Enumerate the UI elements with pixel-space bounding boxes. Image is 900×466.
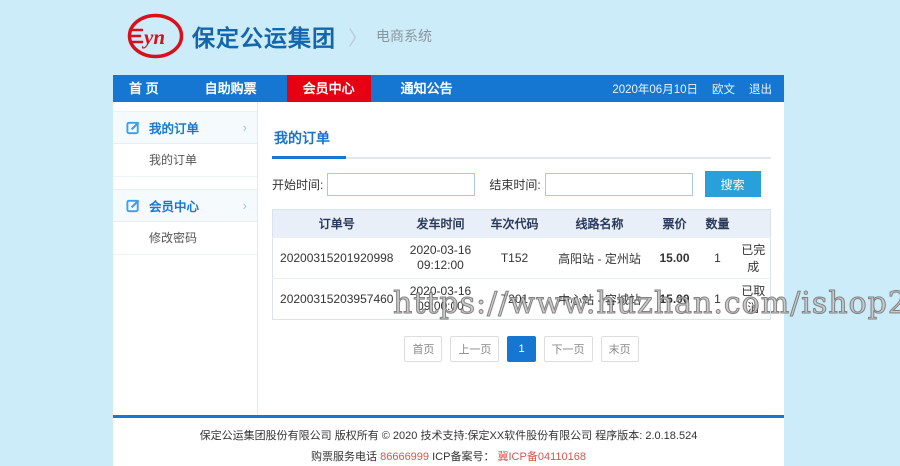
- sidebar-section-member-center[interactable]: 会员中心 ›: [113, 189, 257, 222]
- cell-qty: 1: [699, 279, 737, 320]
- footer-icp-number: 冀ICP备04110168: [498, 451, 586, 463]
- cell-qty: 1: [699, 238, 737, 279]
- nav-item-home[interactable]: 首 页: [113, 75, 175, 102]
- cell-route: 高阳站 - 定州站: [549, 238, 651, 279]
- col-header-order-no: 订单号: [273, 210, 401, 238]
- pagination-last-button[interactable]: 末页: [601, 336, 639, 362]
- cell-depart-time: 2020-03-16 09:00:00: [401, 279, 481, 320]
- depart-clock: 09:12:00: [401, 258, 481, 273]
- cell-price: 15.00: [651, 279, 699, 320]
- footer-phone-number: 86666999: [380, 451, 429, 463]
- sidebar-section-title: 我的订单: [149, 118, 199, 137]
- page-title: 我的订单: [272, 128, 346, 159]
- cell-depart-time: 2020-03-16 09:12:00: [401, 238, 481, 279]
- cell-status: 已完成: [737, 238, 771, 279]
- logout-link[interactable]: 退出: [749, 81, 772, 97]
- cell-price: 15.00: [651, 238, 699, 279]
- footer-phone-label: 购票服务电话: [311, 451, 380, 463]
- brand-name: 保定公运集团: [192, 19, 336, 53]
- cell-route: 中心站 - 容城站: [549, 279, 651, 320]
- orders-table: 订单号 发车时间 车次代码 线路名称 票价 数量 202003152019209…: [272, 209, 771, 320]
- table-row: 20200315201920998 2020-03-16 09:12:00 T1…: [273, 238, 771, 279]
- end-time-label: 结束时间:: [489, 176, 540, 193]
- chevron-right-icon: ›: [243, 198, 247, 213]
- nav-menu: 首 页 自助购票 会员中心 通知公告: [113, 75, 483, 102]
- footer-copyright: 保定公运集团股份有限公司 版权所有 © 2020 技术支持:保定XX软件股份有限…: [113, 427, 784, 443]
- col-header-qty: 数量: [699, 210, 737, 238]
- pagination-next-button[interactable]: 下一页: [544, 336, 593, 362]
- cell-order-no: 20200315201920998: [273, 238, 401, 279]
- table-row: 20200315203957460 2020-03-16 09:00:00 T2…: [273, 279, 771, 320]
- depart-clock: 09:00:00: [401, 299, 481, 314]
- site-header: yn 保定公运集团 〉 电商系统: [113, 0, 784, 75]
- svg-text:yn: yn: [141, 25, 165, 49]
- brand-separator: 〉: [348, 22, 368, 51]
- edit-icon: [126, 120, 141, 135]
- main-area: 我的订单 › 我的订单 会员中心 › 修改密码 我的订单 开始时间:: [113, 102, 784, 415]
- company-logo-icon: yn: [127, 13, 184, 59]
- nav-item-notices[interactable]: 通知公告: [385, 75, 469, 102]
- col-header-status: [737, 210, 771, 238]
- sidebar-gap: [113, 177, 257, 189]
- sidebar: 我的订单 › 我的订单 会员中心 › 修改密码: [113, 102, 258, 415]
- nav-user-area: 2020年06月10日 欧文 退出: [612, 75, 784, 102]
- main-nav: 首 页 自助购票 会员中心 通知公告 2020年06月10日 欧文 退出: [113, 75, 784, 102]
- start-time-label: 开始时间:: [272, 176, 323, 193]
- cell-train-code: T152: [481, 238, 549, 279]
- footer-contact: 购票服务电话 86666999 ICP备案号： 冀ICP备04110168: [113, 448, 784, 464]
- cell-order-no: 20200315203957460: [273, 279, 401, 320]
- sidebar-section-my-orders[interactable]: 我的订单 ›: [113, 111, 257, 144]
- start-time-input[interactable]: [327, 173, 475, 196]
- current-date: 2020年06月10日: [612, 81, 698, 97]
- content-panel: 我的订单 开始时间: 结束时间: 搜索 订单号 发车时间 车次代: [258, 102, 784, 415]
- cell-status: 已取消: [737, 279, 771, 320]
- col-header-price: 票价: [651, 210, 699, 238]
- pagination-current-page[interactable]: 1: [507, 336, 535, 362]
- search-form: 开始时间: 结束时间: 搜索: [272, 171, 771, 197]
- sidebar-item-my-orders[interactable]: 我的订单: [113, 144, 257, 177]
- pagination: 首页 上一页 1 下一页 末页: [272, 336, 771, 362]
- chevron-right-icon: ›: [243, 120, 247, 135]
- pagination-first-button[interactable]: 首页: [404, 336, 442, 362]
- search-button[interactable]: 搜索: [705, 171, 761, 197]
- footer: 保定公运集团股份有限公司 版权所有 © 2020 技术支持:保定XX软件股份有限…: [113, 418, 784, 466]
- depart-date: 2020-03-16: [401, 284, 481, 299]
- end-time-input[interactable]: [545, 173, 693, 196]
- brand: yn 保定公运集团 〉 电商系统: [127, 13, 432, 59]
- page-container: yn 保定公运集团 〉 电商系统 首 页 自助购票 会员中心 通知公告 2020…: [113, 0, 784, 466]
- col-header-route: 线路名称: [549, 210, 651, 238]
- col-header-depart-time: 发车时间: [401, 210, 481, 238]
- edit-icon: [126, 198, 141, 213]
- cell-train-code: T201: [481, 279, 549, 320]
- title-bar: 我的订单: [272, 128, 771, 159]
- username-link[interactable]: 欧文: [712, 81, 735, 97]
- nav-item-member-center[interactable]: 会员中心: [287, 75, 371, 102]
- footer-icp-label: ICP备案号：: [429, 451, 497, 463]
- brand-subtitle: 电商系统: [376, 26, 432, 46]
- pagination-prev-button[interactable]: 上一页: [450, 336, 499, 362]
- col-header-train-code: 车次代码: [481, 210, 549, 238]
- depart-date: 2020-03-16: [401, 243, 481, 258]
- sidebar-section-title: 会员中心: [149, 196, 199, 215]
- orders-table-header-row: 订单号 发车时间 车次代码 线路名称 票价 数量: [273, 210, 771, 238]
- sidebar-item-change-password[interactable]: 修改密码: [113, 222, 257, 255]
- nav-item-self-ticketing[interactable]: 自助购票: [189, 75, 273, 102]
